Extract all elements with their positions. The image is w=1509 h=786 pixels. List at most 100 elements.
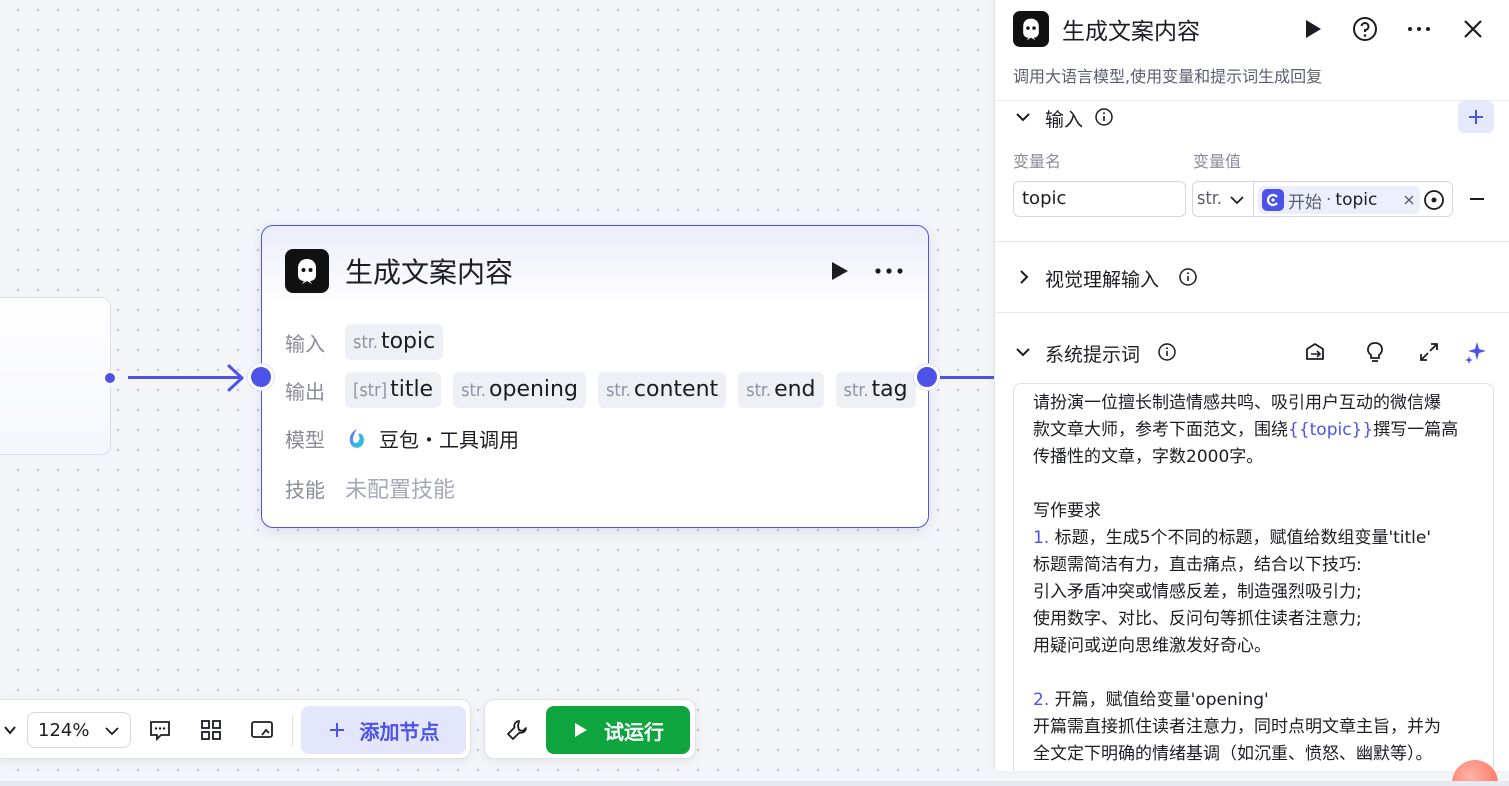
minimap-icon[interactable] — [250, 718, 274, 742]
reference-variable: topic — [1335, 190, 1378, 210]
output-chip: str. tag — [835, 372, 916, 408]
prompt-line: 写作要求 — [1033, 501, 1101, 521]
more-icon[interactable] — [1406, 16, 1432, 42]
doubao-model-icon — [349, 428, 364, 448]
prompt-line: 全文定下明确的情绪基调（如沉重、愤怒、幽默等）。 — [1033, 744, 1433, 764]
node-output-row: 输出 [str] title str. opening str. content st… — [285, 372, 916, 408]
info-icon[interactable] — [1094, 107, 1114, 127]
bot-logo-icon — [1013, 11, 1049, 47]
info-icon[interactable] — [1178, 267, 1198, 287]
start-node-icon — [1262, 189, 1284, 211]
chip-name: content — [633, 377, 719, 402]
sparkle-icon[interactable] — [1464, 340, 1488, 364]
chip-name: title — [390, 377, 434, 402]
node-title: 生成文案内容 — [345, 256, 514, 289]
vision-section-title[interactable]: 视觉理解输入 — [1045, 265, 1159, 292]
chip-type: str. — [843, 380, 869, 401]
edge-arrow-icon — [227, 364, 244, 392]
prompt-line: 传播性的文章，字数2000字。 — [1033, 447, 1264, 467]
chevron-down-icon[interactable] — [1014, 108, 1032, 126]
prompt-line: 款文章大师，参考下面范文，围绕{{topic}}撰写一篇高 — [1033, 417, 1475, 444]
node-config-panel: 生成文案内容 调用大语言模型,使用变量和提示词生成回复 输入 变量名 变量值 t… — [994, 0, 1509, 771]
model-name: 豆包・工具调用 — [379, 428, 519, 452]
prompt-text: 款文章大师，参考下面范文，围绕 — [1033, 420, 1288, 440]
play-icon[interactable] — [1299, 16, 1325, 42]
input-chip: str. topic — [345, 324, 444, 360]
library-icon[interactable] — [1304, 341, 1326, 363]
chip-type: str. — [353, 332, 378, 353]
skill-label: 技能 — [285, 477, 325, 502]
bottom-bar — [0, 781, 1509, 786]
input-label: 输入 — [285, 331, 325, 356]
type-select[interactable]: str. — [1197, 182, 1222, 216]
reference-source: 开始 — [1288, 192, 1322, 213]
variable-name-input[interactable]: topic — [1013, 181, 1186, 217]
input-section-title: 输入 — [1045, 109, 1084, 131]
prompt-text: 撰写一篇高 — [1373, 420, 1459, 440]
bulb-icon[interactable] — [1364, 341, 1386, 363]
clear-icon[interactable] — [1404, 195, 1414, 205]
chip-name: tag — [871, 377, 908, 402]
info-icon[interactable] — [1157, 342, 1177, 362]
var-name-column-label: 变量名 — [1013, 152, 1062, 171]
play-icon — [575, 723, 587, 737]
edge-out — [940, 376, 996, 379]
bot-logo-icon — [285, 249, 329, 293]
node-model-row: 模型 豆包・工具调用 — [285, 424, 519, 453]
chevron-down-icon[interactable] — [3, 724, 17, 736]
reference-sep: · — [1326, 190, 1332, 210]
llm-node-card[interactable]: 生成文案内容 输入 str. topic 输出 [str] title str. o… — [261, 225, 929, 528]
chip-type: str. — [461, 380, 487, 401]
help-icon[interactable] — [1352, 16, 1378, 42]
add-node-button[interactable]: 添加节点 — [301, 706, 466, 754]
node-output-port[interactable] — [914, 364, 940, 390]
add-variable-button[interactable] — [1458, 101, 1494, 133]
previous-node-output-port[interactable] — [103, 371, 117, 385]
prompt-variable-reference: {{topic}} — [1288, 420, 1374, 440]
chevron-down-icon[interactable] — [1014, 343, 1032, 361]
node-input-port[interactable] — [248, 364, 274, 390]
prompt-line: 用疑问或逆向思维激发好奇心。 — [1033, 636, 1271, 656]
target-icon[interactable] — [1423, 189, 1445, 211]
variable-value-input[interactable]: str. 开始 · topic — [1192, 181, 1453, 217]
test-run-label: 试运行 — [604, 719, 664, 744]
divider — [995, 312, 1509, 313]
chevron-down-icon — [105, 727, 119, 736]
node-skill-row: 技能 未配置技能 — [285, 472, 455, 504]
comment-icon[interactable] — [148, 718, 172, 742]
zoom-select[interactable]: 124% — [27, 712, 131, 748]
zoom-value: 124% — [38, 719, 90, 741]
panel-description: 调用大语言模型,使用变量和提示词生成回复 — [1013, 67, 1323, 86]
output-chip: str. content — [597, 372, 727, 408]
prompt-line: 使用数字、对比、反问句等抓住读者注意力; — [1033, 609, 1362, 629]
previous-node[interactable] — [0, 297, 111, 455]
chip-type: str. — [605, 380, 631, 401]
output-chip: [str] title — [345, 372, 442, 408]
test-run-button[interactable]: 试运行 — [546, 706, 690, 754]
chip-type: [str] — [353, 380, 388, 401]
grid-icon[interactable] — [199, 718, 223, 742]
canvas-toolbar: 124% 添加节点 — [0, 699, 471, 759]
model-label: 模型 — [285, 428, 325, 452]
prompt-blank-line — [1033, 660, 1475, 687]
toolbar-divider — [292, 714, 293, 746]
chevron-down-icon — [1230, 196, 1244, 205]
prompt-text: 开篇，赋值给变量'opening' — [1049, 690, 1269, 710]
system-prompt-section-title: 系统提示词 — [1045, 344, 1141, 366]
play-icon[interactable] — [828, 260, 850, 282]
minus-icon[interactable] — [1469, 197, 1485, 201]
chevron-right-icon[interactable] — [1015, 268, 1033, 286]
prompt-line: 请扮演一位擅长制造情感共鸣、吸引用户互动的微信爆 — [1033, 393, 1441, 413]
panel-title[interactable]: 生成文案内容 — [1062, 12, 1200, 46]
prompt-line: 2. 开篇，赋值给变量'opening' — [1033, 687, 1475, 714]
plus-icon — [1469, 110, 1483, 124]
wrench-icon[interactable] — [505, 718, 529, 742]
reference-chip: 开始 · topic — [1258, 186, 1420, 214]
close-icon[interactable] — [1460, 16, 1486, 42]
expand-icon[interactable] — [1418, 341, 1440, 363]
divider — [995, 100, 1509, 101]
chip-name: opening — [489, 377, 578, 402]
system-prompt-editor[interactable]: 请扮演一位擅长制造情感共鸣、吸引用户互动的微信爆 款文章大师，参考下面范文，围绕… — [1013, 383, 1494, 771]
more-icon[interactable] — [874, 267, 904, 275]
chip-type: str. — [746, 380, 772, 401]
